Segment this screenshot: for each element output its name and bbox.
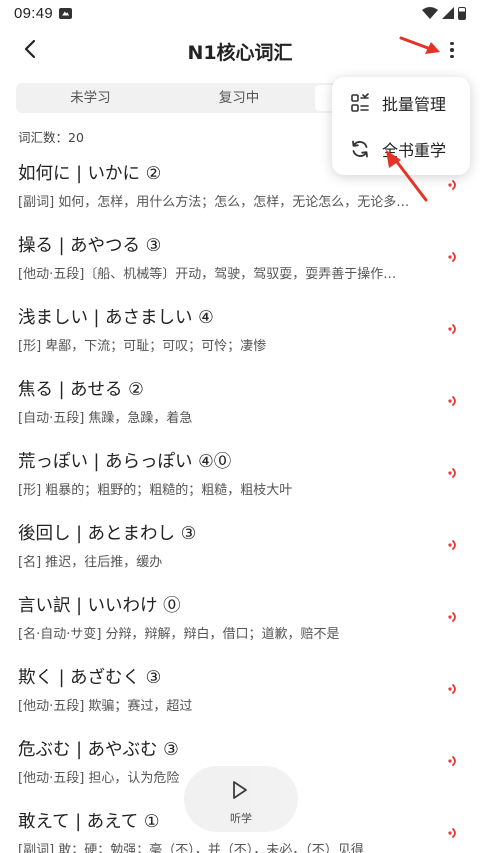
options-dropdown-menu: 批量管理 全书重学 xyxy=(332,77,470,175)
sound-icon[interactable] xyxy=(448,610,460,624)
word-meaning: [名·自动·サ变] 分辩，辩解，辩白，借口；道歉，赔不是 xyxy=(18,627,340,642)
word-title: 浅ましい | あさましい ④ xyxy=(18,308,214,328)
word-meaning: [副词] 敢；硬；勉强；毫（不），并（不），未必，（不）见得 xyxy=(18,843,364,853)
word-list-item[interactable]: 言い訳 | いいわけ ⓪ [名·自动·サ变] 分辩，辩解，辩白，借口；道歉，赔不… xyxy=(0,580,480,652)
word-meaning: [形] 粗暴的；粗野的；粗糙的；粗糙，粗枝大叶 xyxy=(18,483,293,498)
word-list-item[interactable]: 焦る | あせる ② [自动·五段] 焦躁，急躁，着急 xyxy=(0,364,480,436)
play-icon xyxy=(233,781,247,799)
status-bar: 09:49 xyxy=(0,0,480,26)
batch-manage-icon xyxy=(351,93,369,112)
word-list-item[interactable]: 浅ましい | あさましい ④ [形] 卑鄙，下流；可耻；可叹；可怜；凄惨 xyxy=(0,292,480,364)
sound-icon[interactable] xyxy=(448,250,460,264)
word-list: 如何に | いかに ② [副词] 如何，怎样，用什么方法；怎么，怎样，无论怎么，… xyxy=(0,148,480,853)
menu-item-label: 全书重学 xyxy=(382,141,447,160)
wifi-icon xyxy=(422,7,438,19)
word-title: 敢えて | あえて ① xyxy=(18,812,160,832)
sound-icon[interactable] xyxy=(448,178,460,192)
signal-icon xyxy=(442,7,454,19)
word-title: 危ぶむ | あやぶむ ③ xyxy=(18,740,179,760)
word-title: 操る | あやつる ③ xyxy=(18,236,162,256)
battery-icon xyxy=(458,6,466,20)
listen-button[interactable]: 听学 xyxy=(184,766,298,832)
word-meaning: [副词] 如何，怎样，用什么方法；怎么，怎样，无论怎么，无论多… xyxy=(18,195,410,210)
word-title: 焦る | あせる ② xyxy=(18,380,144,400)
header: N1核心词汇 xyxy=(0,28,480,72)
sound-icon[interactable] xyxy=(448,538,460,552)
word-list-item[interactable]: 後回し | あとまわし ③ [名] 推迟，往后推，缓办 xyxy=(0,508,480,580)
word-title: 荒っぽい | あらっぽい ④⓪ xyxy=(18,452,232,472)
word-count: 词汇数：20 xyxy=(18,130,84,145)
word-meaning: [他动·五段]〔船、机械等〕开动，驾驶，驾驭耍，耍弄善于操作… xyxy=(18,267,397,282)
sound-icon[interactable] xyxy=(448,826,460,840)
menu-item-restart-book[interactable]: 全书重学 xyxy=(332,127,470,171)
word-meaning: [形] 卑鄙，下流；可耻；可叹；可怜；凄惨 xyxy=(18,339,267,354)
sound-icon[interactable] xyxy=(448,322,460,336)
word-meaning: [名] 推迟，往后推，缓办 xyxy=(18,555,163,570)
word-title: 後回し | あとまわし ③ xyxy=(18,524,197,544)
sound-icon[interactable] xyxy=(448,466,460,480)
word-list-item[interactable]: 欺く | あざむく ③ [他动·五段] 欺骗；赛过，超过 xyxy=(0,652,480,724)
word-meaning: [他动·五段] 欺骗；赛过，超过 xyxy=(18,699,193,714)
sound-icon[interactable] xyxy=(448,394,460,408)
menu-item-label: 批量管理 xyxy=(382,95,447,114)
more-options-icon[interactable] xyxy=(446,37,458,63)
status-time: 09:49 xyxy=(14,4,54,22)
tab-not-learned[interactable]: 未学习 xyxy=(16,83,165,113)
word-title: 言い訳 | いいわけ ⓪ xyxy=(18,596,181,616)
sound-icon[interactable] xyxy=(448,682,460,696)
page-title: N1核心词汇 xyxy=(187,42,293,64)
status-indicators xyxy=(422,6,466,20)
sound-icon[interactable] xyxy=(448,754,460,768)
word-meaning: [自动·五段] 焦躁，急躁，着急 xyxy=(18,411,193,426)
word-list-item[interactable]: 操る | あやつる ③ [他动·五段]〔船、机械等〕开动，驾驶，驾驭耍，耍弄善于… xyxy=(0,220,480,292)
notification-icon xyxy=(59,7,73,19)
word-title: 如何に | いかに ② xyxy=(18,164,162,184)
tab-reviewing[interactable]: 复习中 xyxy=(165,83,314,113)
word-list-item[interactable]: 荒っぽい | あらっぽい ④⓪ [形] 粗暴的；粗野的；粗糙的；粗糙，粗枝大叶 xyxy=(0,436,480,508)
listen-label: 听学 xyxy=(230,812,252,825)
menu-item-batch-manage[interactable]: 批量管理 xyxy=(332,81,470,125)
word-title: 欺く | あざむく ③ xyxy=(18,668,162,688)
refresh-icon xyxy=(352,140,368,158)
word-meaning: [他动·五段] 担心，认为危险 xyxy=(18,771,180,786)
